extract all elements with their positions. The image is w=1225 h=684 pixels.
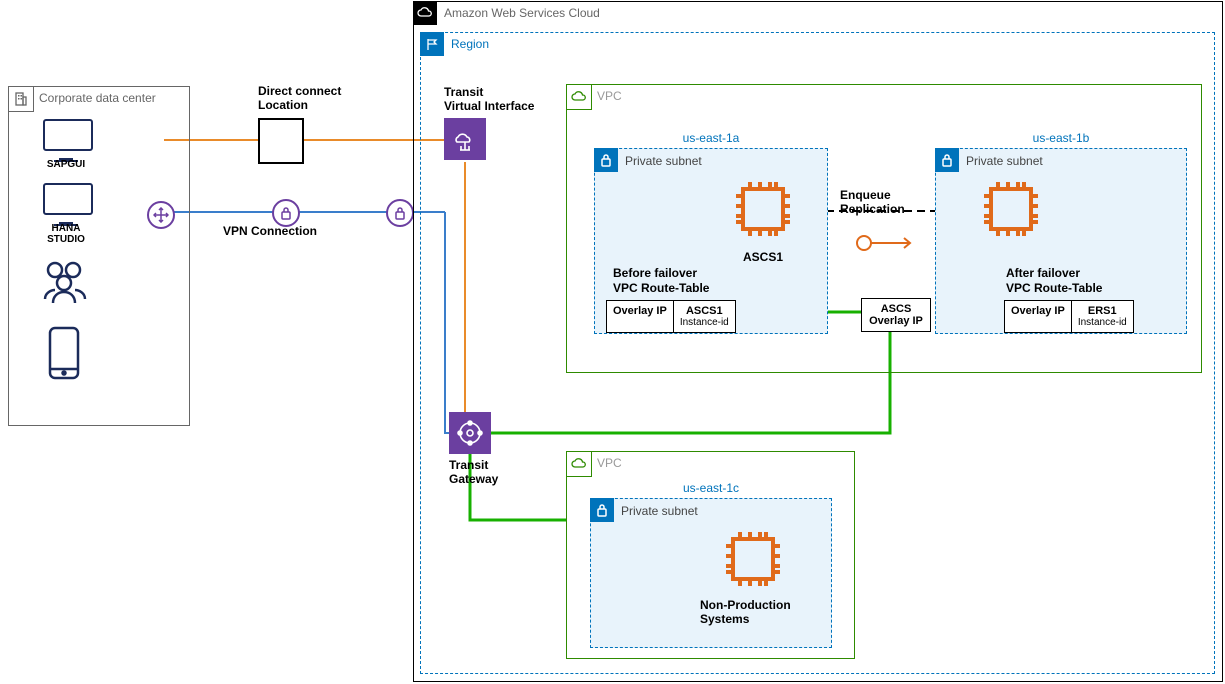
lock-icon — [594, 148, 618, 172]
rt-a-title: Before failover VPC Route-Table — [613, 266, 709, 295]
ascs1-node-icon — [730, 176, 796, 245]
vpc-cloud-icon — [566, 451, 592, 477]
region-title: Region — [451, 37, 489, 51]
lock-icon — [386, 199, 414, 227]
direct-connect-location — [258, 118, 304, 164]
subnet-c-az: us-east-1c — [591, 481, 831, 495]
corporate-data-center-group: Corporate data center SAPGUI HANA STUDIO — [8, 86, 190, 426]
rt-b-target: ERS1Instance-id — [1072, 301, 1133, 332]
rt-b-title: After failover VPC Route-Table — [1006, 266, 1102, 295]
building-icon — [8, 86, 34, 112]
monitor-icon — [43, 183, 89, 221]
route-table-a: Overlay IP ASCS1Instance-id — [606, 300, 736, 333]
subnet-a-az: us-east-1a — [595, 131, 827, 145]
enqueue-label: Enqueue Replication — [840, 188, 905, 217]
vpn-label: VPN Connection — [223, 224, 317, 238]
monitor-icon — [43, 119, 89, 157]
rt-a-overlay: Overlay IP — [607, 301, 674, 332]
nonprod-label: Non-Production Systems — [700, 598, 791, 627]
sapgui-label: SAPGUI — [43, 159, 89, 170]
subnet-b-az: us-east-1b — [936, 131, 1186, 145]
hanastudio-client: HANA STUDIO — [43, 183, 89, 245]
nonprod-node-icon — [720, 526, 786, 595]
route-table-b: Overlay IP ERS1Instance-id — [1004, 300, 1134, 333]
lock-icon — [272, 199, 300, 227]
vpc1-title: VPC — [597, 89, 622, 103]
transit-gateway-icon — [449, 412, 491, 454]
transit-virtual-interface-icon — [444, 118, 486, 160]
rt-a-target: ASCS1Instance-id — [674, 301, 735, 332]
subnet-b-title: Private subnet — [966, 154, 1043, 168]
aws-cloud-icon — [413, 1, 437, 25]
tvi-label: Transit Virtual Interface — [444, 85, 534, 114]
aws-title: Amazon Web Services Cloud — [444, 6, 600, 20]
subnet-c-title: Private subnet — [621, 504, 698, 518]
ascs-overlay-ip: ASCS Overlay IP — [861, 298, 931, 332]
lock-icon — [590, 498, 614, 522]
corporate-title: Corporate data center — [39, 91, 156, 105]
direct-connect-label: Direct connect Location — [258, 84, 341, 113]
subnet-a-title: Private subnet — [625, 154, 702, 168]
tgw-label: Transit Gateway — [449, 458, 498, 487]
ers1-node-icon — [978, 176, 1044, 245]
hanastudio-label: HANA STUDIO — [43, 223, 89, 245]
ascs1-label: ASCS1 — [730, 250, 796, 264]
rt-b-overlay: Overlay IP — [1005, 301, 1072, 332]
mobile-icon — [47, 325, 81, 384]
users-icon — [39, 259, 91, 306]
vpc-cloud-icon — [566, 84, 592, 110]
region-flag-icon — [420, 32, 444, 56]
sapgui-client: SAPGUI — [43, 119, 89, 170]
lock-icon — [935, 148, 959, 172]
vpc2-title: VPC — [597, 456, 622, 470]
gateway-endpoint-icon — [147, 201, 175, 229]
